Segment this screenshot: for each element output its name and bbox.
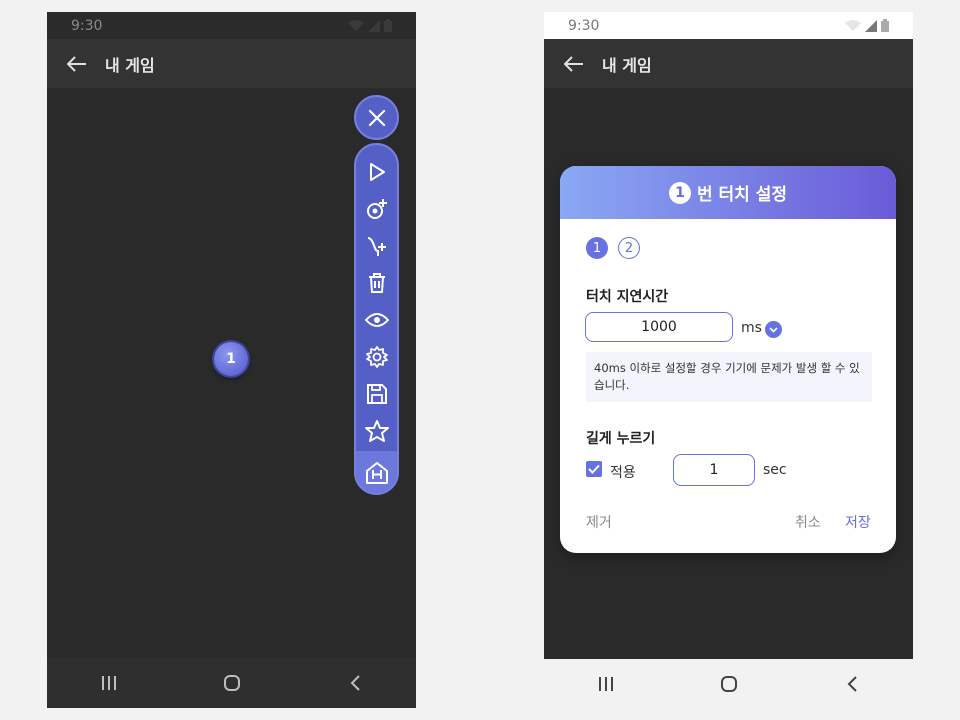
long-press-unit-label: sec — [763, 462, 787, 478]
macro-toolbar — [354, 143, 399, 495]
touch-settings-dialog: 1 번 터치 설정 1 2 터치 지연시간 1000 ms 40ms 이하로 설… — [560, 166, 896, 553]
home-button[interactable] — [356, 451, 397, 493]
page-title: 내 게임 — [105, 55, 155, 75]
wifi-icon — [845, 19, 861, 31]
wifi-icon — [348, 19, 364, 31]
checkmark-icon — [588, 464, 600, 474]
battery-icon — [881, 19, 889, 32]
status-time: 9:30 — [71, 17, 103, 34]
home-circle-icon — [223, 675, 240, 691]
gear-icon — [365, 345, 388, 368]
status-icons — [845, 19, 889, 32]
chevron-left-icon — [350, 675, 360, 691]
page-title: 내 게임 — [602, 55, 652, 75]
cancel-button[interactable]: 취소 — [795, 512, 821, 532]
back-nav-button[interactable] — [832, 664, 872, 704]
dialog-title: 번 터치 설정 — [696, 185, 788, 205]
long-press-label: 길게 누르기 — [586, 431, 656, 447]
touch-point-marker[interactable]: 1 — [214, 342, 248, 376]
save-button[interactable] — [356, 375, 397, 412]
home-circle-icon — [720, 676, 737, 692]
star-icon — [364, 419, 389, 442]
chevron-left-icon — [847, 676, 857, 692]
app-bar: 내 게임 — [544, 39, 913, 88]
trash-icon — [368, 272, 385, 293]
home-h-icon — [365, 462, 388, 484]
visibility-button[interactable] — [356, 301, 397, 338]
battery-icon — [384, 19, 392, 32]
system-nav-bar — [47, 658, 416, 708]
recent-apps-button[interactable] — [586, 664, 626, 704]
save-icon — [366, 383, 387, 404]
add-swipe-icon — [367, 236, 386, 256]
eye-icon — [364, 312, 389, 327]
apply-checkbox[interactable] — [586, 461, 602, 477]
delay-warning-note: 40ms 이하로 설정할 경우 기기에 문제가 발생 할 수 있습니다. — [586, 352, 872, 402]
dialog-header: 1 번 터치 설정 — [560, 166, 896, 219]
phone-screen-left: 9:30 내 게임 1 — [47, 12, 416, 708]
delay-unit-label: ms — [741, 320, 762, 336]
signal-icon — [865, 19, 877, 32]
apply-label: 적용 — [610, 465, 636, 481]
back-arrow-icon[interactable] — [67, 55, 87, 72]
recent-apps-button[interactable] — [89, 663, 129, 703]
step-1-button[interactable]: 1 — [586, 237, 608, 259]
settings-button[interactable] — [356, 338, 397, 375]
play-icon — [369, 162, 385, 181]
status-bar: 9:30 — [47, 12, 416, 39]
add-touch-button[interactable] — [356, 190, 397, 227]
recent-apps-icon — [598, 677, 613, 691]
remove-button[interactable]: 제거 — [586, 512, 612, 532]
close-toolbar-button[interactable] — [354, 95, 399, 140]
touch-point-label: 1 — [226, 351, 236, 367]
system-nav-bar — [544, 659, 913, 709]
touch-delay-input[interactable]: 1000 — [585, 312, 733, 342]
delete-button[interactable] — [356, 264, 397, 301]
signal-icon — [368, 19, 380, 32]
close-icon — [368, 109, 385, 126]
favorite-button[interactable] — [356, 412, 397, 449]
status-icons — [348, 19, 392, 32]
step-2-button[interactable]: 2 — [618, 237, 640, 259]
unit-dropdown-chevron-icon[interactable] — [765, 321, 782, 338]
recent-apps-icon — [101, 676, 116, 690]
add-swipe-button[interactable] — [356, 227, 397, 264]
app-bar: 내 게임 — [47, 39, 416, 88]
save-dialog-button[interactable]: 저장 — [845, 512, 871, 532]
home-nav-button[interactable] — [212, 663, 252, 703]
play-button[interactable] — [356, 153, 397, 190]
touch-delay-label: 터치 지연시간 — [586, 289, 669, 305]
home-nav-button[interactable] — [709, 664, 749, 704]
status-bar: 9:30 — [544, 12, 913, 39]
status-time: 9:30 — [568, 17, 600, 34]
back-nav-button[interactable] — [335, 663, 375, 703]
add-touch-icon — [366, 198, 387, 219]
long-press-duration-input[interactable]: 1 — [673, 454, 755, 486]
dialog-touch-number: 1 — [668, 181, 691, 204]
back-arrow-icon[interactable] — [564, 55, 584, 72]
